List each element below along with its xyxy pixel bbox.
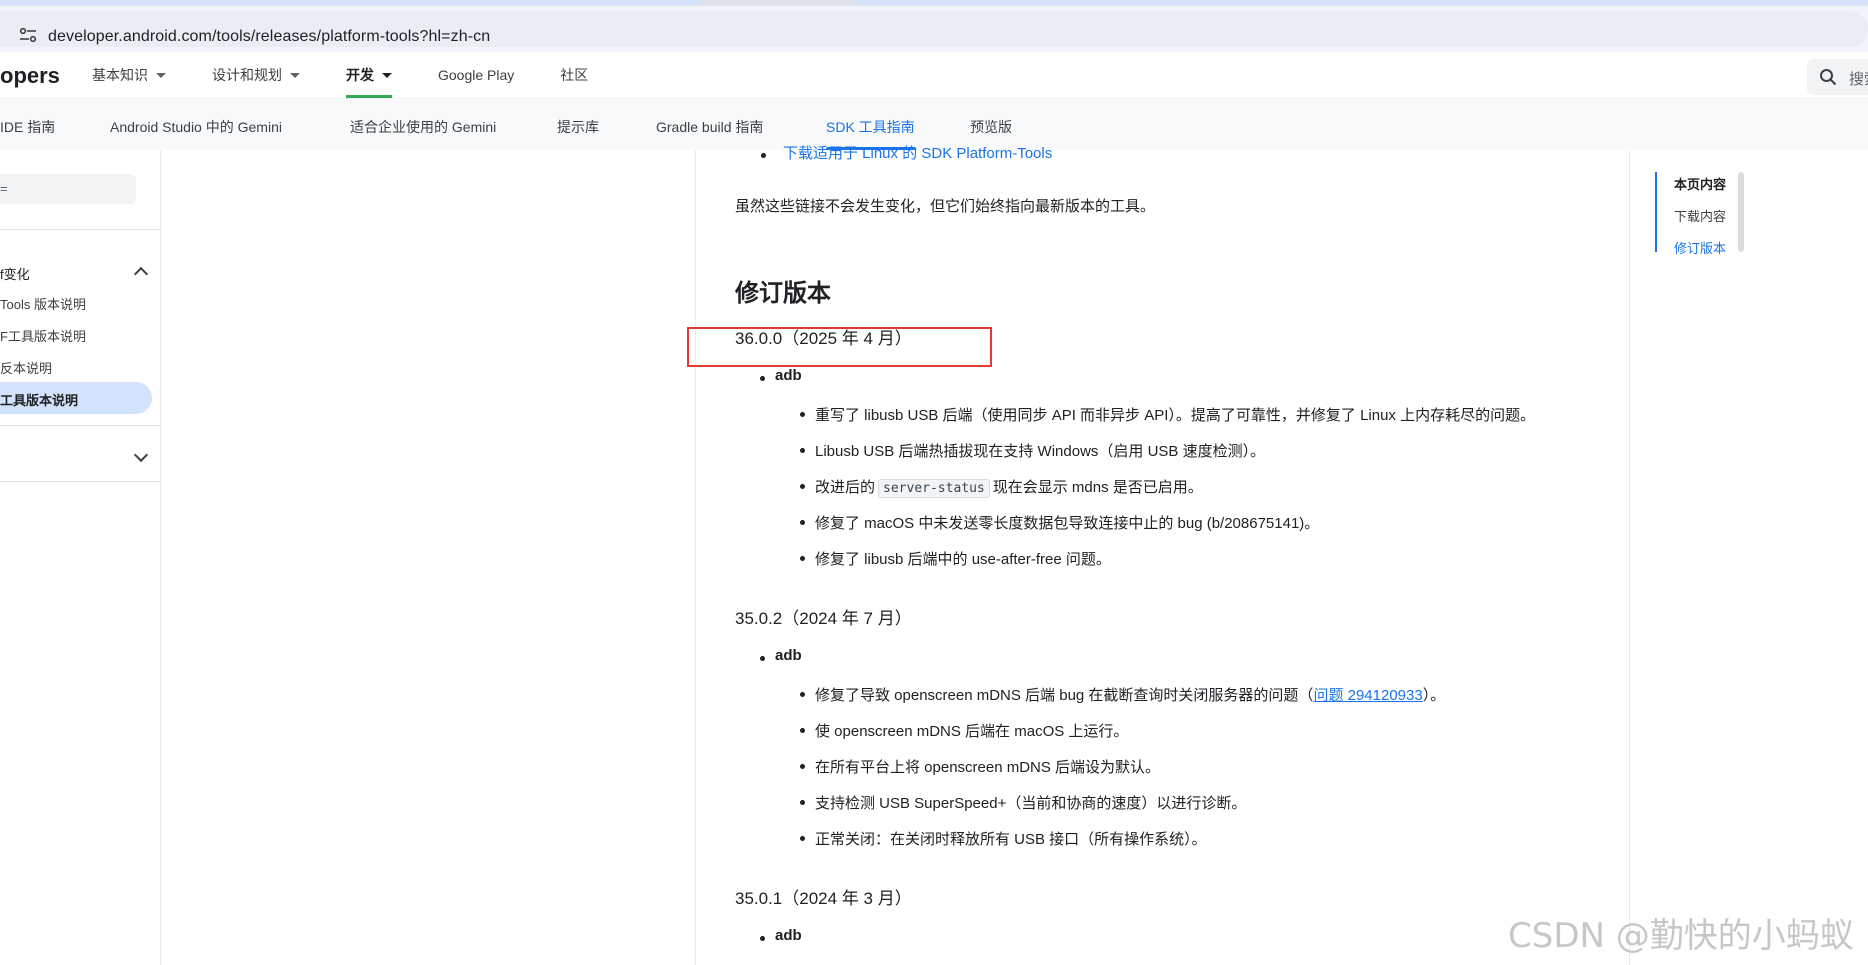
component-label: adb xyxy=(775,927,802,944)
bullet-icon xyxy=(800,764,805,769)
bullet-icon xyxy=(800,520,805,525)
sidebar-divider xyxy=(0,481,161,482)
primary-nav: 基本知识 设计和规划 开发 Google Play 社区 xyxy=(92,52,634,98)
address-bar: developer.android.com/tools/releases/pla… xyxy=(0,6,1868,52)
search-icon xyxy=(1820,69,1837,86)
tab-gemini-in-studio[interactable]: Android Studio 中的 Gemini xyxy=(110,117,282,137)
bullet-icon xyxy=(800,836,805,841)
sidebar-divider xyxy=(0,229,161,230)
tab-2[interactable] xyxy=(855,0,1868,5)
url-field[interactable]: developer.android.com/tools/releases/pla… xyxy=(0,11,1868,47)
bullet-icon xyxy=(760,656,765,661)
release-note-item: 修复了 macOS 中未发送零长度数据包导致连接中止的 bug (b/20867… xyxy=(815,515,1320,532)
inline-code: server-status xyxy=(878,479,990,498)
bullet-icon xyxy=(760,936,765,941)
tab-ide-guide[interactable]: IDE 指南 xyxy=(0,117,55,137)
release-note-item: 重写了 libusb USB 后端（使用同步 API 而非异步 API）。提高了… xyxy=(815,407,1536,424)
section-heading: 修订版本 xyxy=(735,280,831,307)
release-note-item: 修复了导致 openscreen mDNS 后端 bug 在截断查询时关闭服务器… xyxy=(815,687,1446,704)
bullet-icon xyxy=(800,692,805,697)
download-linux-link[interactable]: 下载适用于 Linux 的 SDK Platform-Tools xyxy=(783,142,1052,163)
toc-item-revisions[interactable]: 修订版本 xyxy=(1674,238,1726,257)
tab-sdk-tools-guide[interactable]: SDK 工具指南 xyxy=(826,117,915,137)
release-version-heading: 35.0.1（2024 年 3 月） xyxy=(735,889,912,908)
bullet-icon xyxy=(800,800,805,805)
issue-link[interactable]: 问题 294120933 xyxy=(1313,687,1422,704)
release-note-item: Libusb USB 后端热插拔现在支持 Windows（启用 USB 速度检测… xyxy=(815,443,1266,460)
tab-gradle-guide[interactable]: Gradle build 指南 xyxy=(656,117,763,137)
release-note-item: 支持检测 USB SuperSpeed+（当前和协商的速度）以进行诊断。 xyxy=(815,795,1247,812)
caret-down-icon xyxy=(156,72,166,78)
sidebar-item-platform-tools-notes[interactable]: 工具版本说明 xyxy=(0,382,152,414)
bullet-icon xyxy=(800,556,805,561)
url-text[interactable]: developer.android.com/tools/releases/pla… xyxy=(48,28,490,46)
bullet-icon xyxy=(800,484,805,489)
tab-prompt-library[interactable]: 提示库 xyxy=(557,117,599,137)
nav-item-google-play[interactable]: Google Play xyxy=(438,52,514,98)
toc-title: 本页内容 xyxy=(1674,177,1727,192)
sidebar-divider xyxy=(0,425,161,426)
bullet-icon xyxy=(800,448,805,453)
highlight-box xyxy=(687,327,992,367)
site-header: opers 基本知识 设计和规划 开发 Google Play 社区 搜索 ID… xyxy=(0,52,1868,150)
sidebar-item-tools-notes[interactable]: Tools 版本说明 xyxy=(0,294,86,313)
sidebar-filter[interactable]: = xyxy=(0,174,136,204)
tab-gemini-enterprise[interactable]: 适合企业使用的 Gemini xyxy=(350,117,496,137)
component-label: adb xyxy=(775,647,802,664)
release-note-item: 改进后的 server-status 现在会显示 mdns 是否已启用。 xyxy=(815,479,1203,498)
page: developer.android.com/tools/releases/pla… xyxy=(0,0,1868,965)
nav-item-community[interactable]: 社区 xyxy=(560,52,588,98)
caret-down-icon xyxy=(290,72,300,78)
bullet-icon xyxy=(761,153,766,158)
nav-item-develop[interactable]: 开发 xyxy=(346,52,392,98)
tab-preview[interactable]: 预览版 xyxy=(970,117,1012,137)
bullet-icon xyxy=(800,412,805,417)
release-note-item: 正常关闭：在关闭时释放所有 USB 接口（所有操作系统）。 xyxy=(815,831,1207,848)
chevron-down-icon[interactable] xyxy=(133,447,149,463)
tab-1[interactable] xyxy=(0,0,700,5)
search-placeholder: 搜索 xyxy=(1849,71,1868,88)
nav-item-design[interactable]: 设计和规划 xyxy=(212,52,300,98)
bullet-icon xyxy=(800,728,805,733)
caret-down-icon xyxy=(382,72,392,78)
table-of-contents: 本页内容 下载内容 修订版本 xyxy=(1655,172,1745,256)
nav-item-basics[interactable]: 基本知识 xyxy=(92,52,166,98)
search-box[interactable]: 搜索 xyxy=(1807,59,1868,95)
site-settings-icon[interactable] xyxy=(18,27,38,43)
bullet-icon xyxy=(760,376,765,381)
sidebar-item-sub-tools-notes[interactable]: F工具版本说明 xyxy=(0,326,86,345)
intro-paragraph: 虽然这些链接不会发生变化，但它们始终指向最新版本的工具。 xyxy=(735,198,1156,215)
toc-item-downloads[interactable]: 下载内容 xyxy=(1674,206,1726,225)
toc-scrollbar[interactable] xyxy=(1738,172,1744,252)
release-version-heading: 35.0.2（2024 年 7 月） xyxy=(735,609,912,628)
sidebar-item-release-notes[interactable]: 反本说明 xyxy=(0,358,52,377)
brand-logo-text[interactable]: opers xyxy=(0,63,60,89)
component-label: adb xyxy=(775,367,802,384)
watermark: CSDN @勤快的小蚂蚁 xyxy=(1508,916,1854,956)
left-sidebar: = f变化 Tools 版本说明 F工具版本说明 反本说明 工具版本说明 xyxy=(0,150,161,965)
chevron-up-icon[interactable] xyxy=(133,266,149,282)
release-note-item: 修复了 libusb 后端中的 use-after-free 问题。 xyxy=(815,551,1111,568)
release-note-item: 使 openscreen mDNS 后端在 macOS 上运行。 xyxy=(815,723,1129,740)
release-note-item: 在所有平台上将 openscreen mDNS 后端设为默认。 xyxy=(815,759,1161,776)
sidebar-section-header[interactable]: f变化 xyxy=(0,260,161,286)
